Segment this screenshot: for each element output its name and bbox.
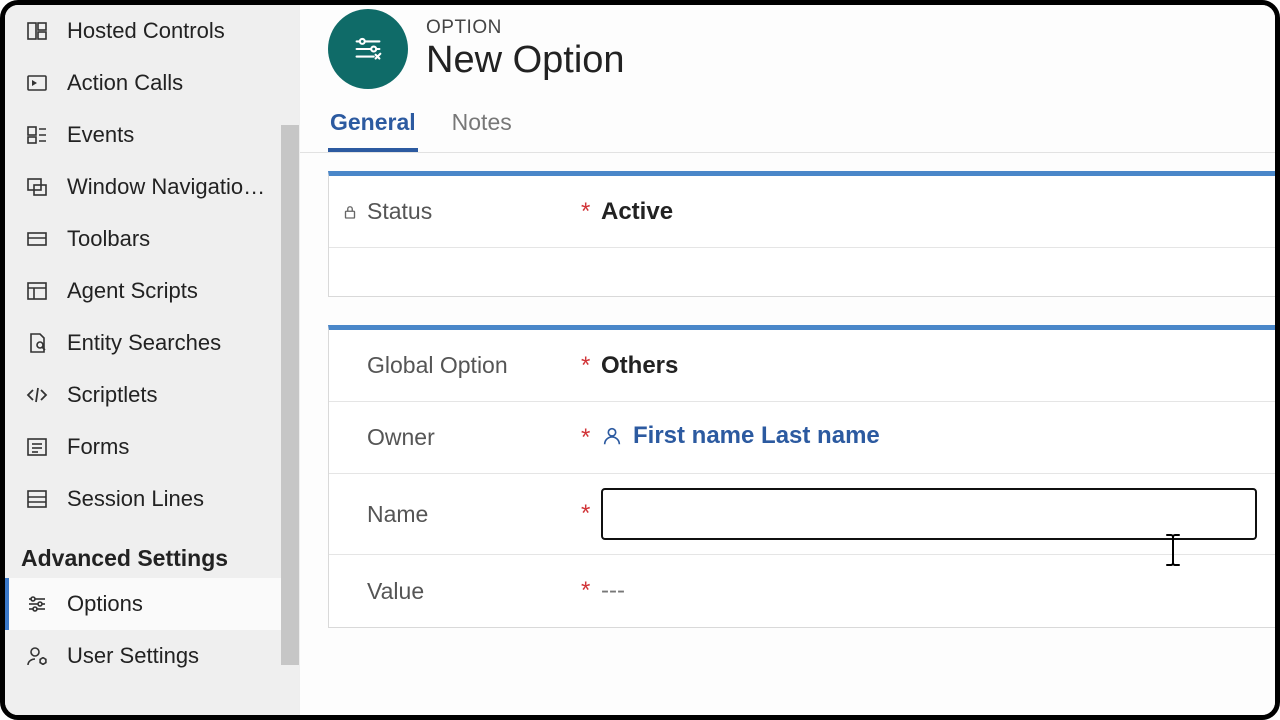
field-row-value: Value * --- <box>329 555 1275 627</box>
sidebar-item-label: Window Navigatio… <box>67 174 299 200</box>
session-lines-icon <box>25 487 49 511</box>
sidebar-nav-list: Hosted Controls Action Calls Events Wind… <box>5 5 299 525</box>
forms-icon <box>25 435 49 459</box>
field-row-owner: Owner * First name Last name <box>329 402 1275 474</box>
field-value-owner[interactable]: First name Last name <box>601 422 1257 454</box>
hosted-controls-icon <box>25 19 49 43</box>
sidebar-item-action-calls[interactable]: Action Calls <box>5 57 299 109</box>
sidebar-item-forms[interactable]: Forms <box>5 421 299 473</box>
options-icon <box>25 592 49 616</box>
sidebar-item-events[interactable]: Events <box>5 109 299 161</box>
field-label-global-option: Global Option <box>341 352 581 379</box>
field-value-status[interactable]: Active <box>601 198 1257 226</box>
sidebar: Hosted Controls Action Calls Events Wind… <box>5 5 300 715</box>
field-value-name <box>601 488 1257 540</box>
action-calls-icon <box>25 71 49 95</box>
person-icon <box>601 425 623 447</box>
panel-status-spacer <box>329 248 1275 296</box>
sidebar-item-entity-searches[interactable]: Entity Searches <box>5 317 299 369</box>
sidebar-item-label: User Settings <box>67 643 299 669</box>
sidebar-item-label: Scriptlets <box>67 382 299 408</box>
sidebar-item-label: Events <box>67 122 299 148</box>
tab-general[interactable]: General <box>328 99 418 152</box>
field-label-name: Name <box>341 501 581 528</box>
tab-bar: General Notes <box>300 99 1275 153</box>
sidebar-advanced-list: Options User Settings <box>5 578 299 682</box>
sidebar-item-user-settings[interactable]: User Settings <box>5 630 299 682</box>
sidebar-item-hosted-controls[interactable]: Hosted Controls <box>5 5 299 57</box>
page-header-text: OPTION New Option <box>426 17 625 82</box>
sidebar-item-toolbars[interactable]: Toolbars <box>5 213 299 265</box>
required-marker: * <box>581 424 601 452</box>
sidebar-item-session-lines[interactable]: Session Lines <box>5 473 299 525</box>
required-marker: * <box>581 198 601 226</box>
scriptlets-icon <box>25 383 49 407</box>
option-entity-icon <box>328 9 408 89</box>
entity-type-label: OPTION <box>426 17 625 39</box>
tab-notes[interactable]: Notes <box>450 99 514 152</box>
field-row-global-option: Global Option * Others <box>329 330 1275 402</box>
name-input[interactable] <box>601 488 1257 540</box>
sidebar-item-label: Agent Scripts <box>67 278 299 304</box>
owner-link[interactable]: First name Last name <box>601 422 880 450</box>
events-icon <box>25 123 49 147</box>
field-label-text: Owner <box>367 424 435 451</box>
entity-search-icon <box>25 331 49 355</box>
sidebar-item-label: Session Lines <box>67 486 299 512</box>
field-label-text: Value <box>367 578 424 605</box>
sidebar-item-options[interactable]: Options <box>5 578 299 630</box>
agent-scripts-icon <box>25 279 49 303</box>
field-value-global-option[interactable]: Others <box>601 352 1257 380</box>
sidebar-item-label: Forms <box>67 434 299 460</box>
field-label-owner: Owner <box>341 424 581 451</box>
sidebar-item-label: Entity Searches <box>67 330 299 356</box>
form-content: Status * Active Global Option * Others <box>300 153 1275 715</box>
required-marker: * <box>581 577 601 605</box>
page-header: OPTION New Option <box>300 5 1275 99</box>
page-title: New Option <box>426 39 625 82</box>
field-row-status: Status * Active <box>329 176 1275 248</box>
field-label-text: Name <box>367 501 428 528</box>
window-nav-icon <box>25 175 49 199</box>
sidebar-section-header: Advanced Settings <box>5 525 299 578</box>
lock-icon <box>341 203 359 221</box>
required-marker: * <box>581 352 601 380</box>
field-row-name: Name * <box>329 474 1275 555</box>
field-value-value[interactable]: --- <box>601 577 1257 605</box>
user-settings-icon <box>25 644 49 668</box>
toolbars-icon <box>25 227 49 251</box>
required-marker: * <box>581 500 601 528</box>
sidebar-item-window-navigation[interactable]: Window Navigatio… <box>5 161 299 213</box>
sidebar-item-label: Toolbars <box>67 226 299 252</box>
owner-name: First name Last name <box>633 422 880 450</box>
panel-details: Global Option * Others Owner * <box>328 325 1275 628</box>
app-window: Hosted Controls Action Calls Events Wind… <box>0 0 1280 720</box>
field-label-text: Status <box>367 198 432 225</box>
panel-status: Status * Active <box>328 171 1275 297</box>
sidebar-item-label: Action Calls <box>67 70 299 96</box>
sidebar-item-agent-scripts[interactable]: Agent Scripts <box>5 265 299 317</box>
sidebar-item-scriptlets[interactable]: Scriptlets <box>5 369 299 421</box>
field-label-text: Global Option <box>367 352 508 379</box>
field-label-status: Status <box>341 198 581 225</box>
field-label-value: Value <box>341 578 581 605</box>
main-content: OPTION New Option General Notes Status * <box>300 5 1275 715</box>
sidebar-item-label: Hosted Controls <box>67 18 299 44</box>
sidebar-item-label: Options <box>67 591 299 617</box>
